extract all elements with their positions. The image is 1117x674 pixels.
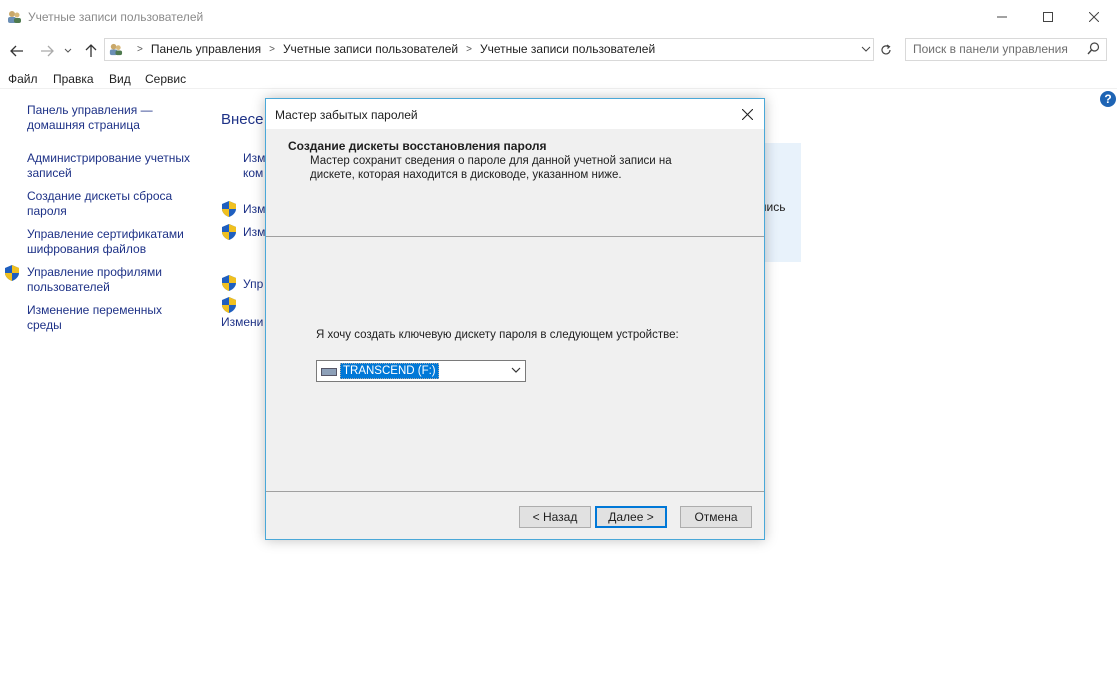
window-title: Учетные записи пользователей [28,10,204,24]
breadcrumb: > Панель управления > Учетные записи пол… [129,42,655,56]
arrow-right-icon [41,45,54,57]
breadcrumb-item[interactable]: Учетные записи пользователей [283,42,458,56]
up-nav-button[interactable] [80,40,102,62]
sidebar-item-profiles[interactable]: Управление профилями пользователей [27,265,182,295]
search-box[interactable] [905,38,1107,61]
chevron-down-icon [64,48,72,53]
back-nav-button[interactable] [6,40,28,62]
user-accounts-icon [109,43,123,56]
sidebar-item-home[interactable]: Панель управления — домашняя страница [27,103,167,133]
search-icon[interactable] [1087,42,1100,55]
forward-nav-button[interactable] [36,40,58,62]
refresh-icon [881,44,891,55]
divider [266,491,764,492]
close-button[interactable] [1071,0,1117,34]
chevron-down-icon[interactable] [861,46,871,53]
page-title: Внесе [221,111,264,128]
close-icon [1089,12,1099,22]
dialog-description: Мастер сохранит сведения о пароле для да… [310,155,672,181]
content-link-change-uac[interactable]: Измени [221,315,263,330]
window-titlebar: Учетные записи пользователей [0,0,1117,34]
uac-shield-icon [222,201,236,217]
uac-shield-icon [222,224,236,240]
arrow-left-icon [10,45,23,57]
help-icon[interactable]: ? [1100,91,1116,107]
account-info-panel: пись [760,143,801,262]
menu-file[interactable]: Файл [8,72,38,86]
chevron-down-icon[interactable] [511,365,521,375]
chevron-right-icon: > [137,43,143,55]
dialog-close-button[interactable] [736,104,758,124]
arrow-up-icon [85,44,97,57]
maximize-icon [1043,12,1053,22]
dialog-titlebar: Мастер забытых паролей [266,99,764,129]
sidebar-item-env-vars[interactable]: Изменение переменных среды [27,303,177,333]
menu-edit[interactable]: Правка [53,72,94,86]
chevron-right-icon: > [466,43,472,55]
content-link-change-2[interactable]: Изм [243,202,265,217]
minimize-button[interactable] [979,0,1025,34]
breadcrumb-item[interactable]: Панель управления [151,42,261,56]
address-row: > Панель управления > Учетные записи пол… [0,36,1117,66]
content-link-change-account[interactable]: Изм [243,151,265,166]
device-prompt-label: Я хочу создать ключевую дискету пароля в… [316,329,679,341]
device-select-value: TRANSCEND (F:) [340,363,439,379]
recent-locations-button[interactable] [60,40,76,62]
back-button[interactable]: < Назад [519,506,591,528]
menu-tools[interactable]: Сервис [145,72,186,86]
dialog-title: Мастер забытых паролей [275,108,418,122]
next-button[interactable]: Далее > [595,506,667,528]
breadcrumb-item[interactable]: Учетные записи пользователей [480,42,655,56]
chevron-right-icon: > [269,43,275,55]
search-input[interactable] [913,42,1083,56]
uac-shield-icon [222,297,236,313]
menu-bar: Файл Правка Вид Сервис [0,68,1117,89]
sidebar-item-certificates[interactable]: Управление сертификатами шифрования файл… [27,227,192,257]
content-link-manage[interactable]: Упр [243,277,263,292]
content-link-change-account-line2[interactable]: ком [243,166,263,181]
user-accounts-icon [8,11,21,23]
address-bar[interactable]: > Панель управления > Учетные записи пол… [104,38,874,61]
minimize-icon [997,16,1007,18]
dialog-header: Создание дискеты восстановления пароля М… [266,129,764,237]
content-link-change-3[interactable]: Изм [243,225,265,240]
uac-shield-icon [5,265,19,281]
sidebar-item-admin-accounts[interactable]: Администрирование учетных записей [27,151,202,181]
refresh-button[interactable] [875,39,897,61]
cancel-button[interactable]: Отмена [680,506,752,528]
close-icon [741,108,753,120]
maximize-button[interactable] [1025,0,1071,34]
sidebar-item-reset-disk[interactable]: Создание дискеты сброса пароля [27,189,182,219]
forgotten-password-wizard-dialog: Мастер забытых паролей Создание дискеты … [265,98,765,540]
menu-view[interactable]: Вид [109,72,131,86]
uac-shield-icon [222,275,236,291]
device-select[interactable]: TRANSCEND (F:) [316,360,526,382]
dialog-heading: Создание дискеты восстановления пароля [288,139,547,153]
drive-icon [321,368,337,376]
